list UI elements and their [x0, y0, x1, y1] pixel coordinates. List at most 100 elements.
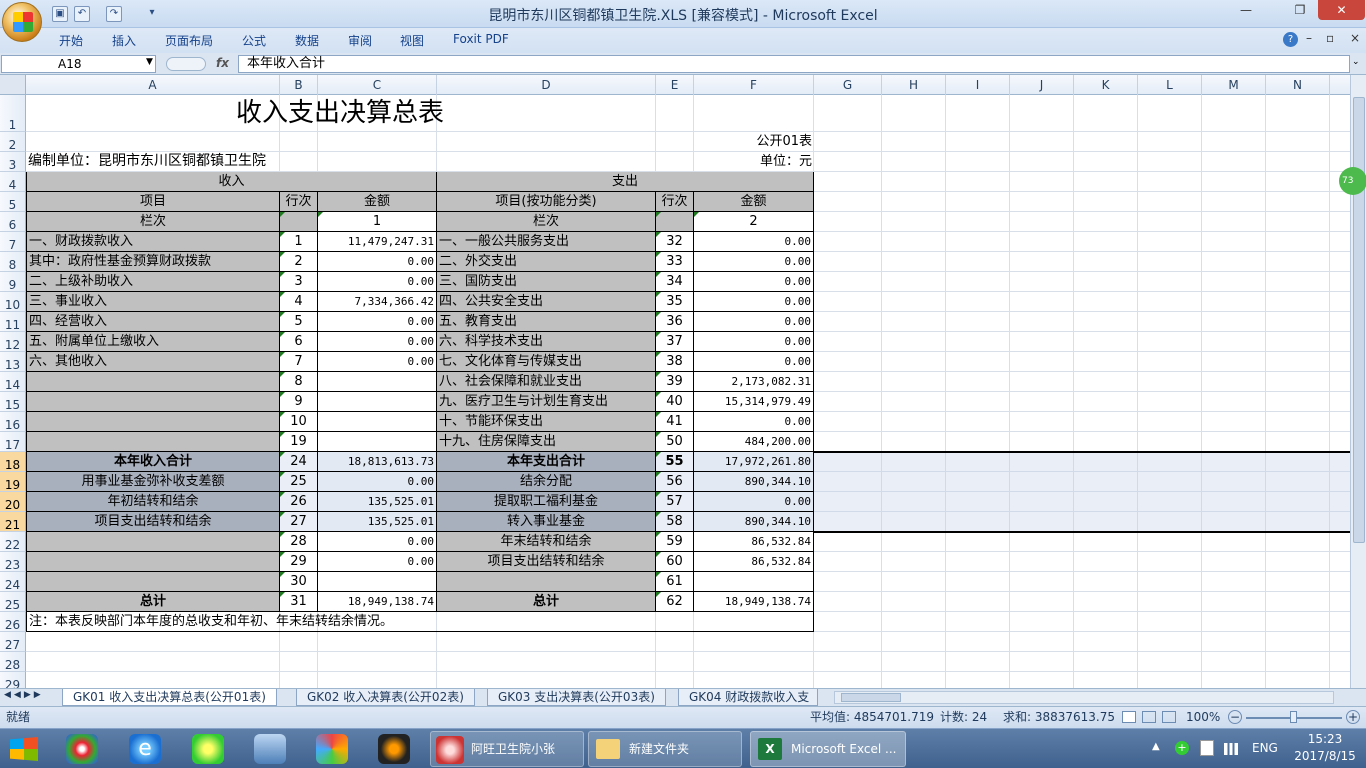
- vertical-scroll-thumb[interactable]: [1353, 97, 1365, 543]
- expense-amount[interactable]: 86,532.84: [694, 532, 814, 552]
- office-button[interactable]: [2, 2, 42, 42]
- expense-amount[interactable]: 890,344.10: [694, 472, 814, 492]
- expense-line-no[interactable]: 36: [656, 312, 694, 332]
- income-item[interactable]: 二、上级补助收入: [26, 272, 280, 292]
- minimize-button[interactable]: —: [1226, 0, 1266, 20]
- expense-amount[interactable]: 0.00: [694, 292, 814, 312]
- expense-lanci-line[interactable]: [656, 212, 694, 232]
- column-header-l[interactable]: L: [1138, 75, 1202, 95]
- income-amount[interactable]: [318, 372, 437, 392]
- expense-line-no[interactable]: 55: [656, 452, 694, 472]
- column-header-b[interactable]: B: [280, 75, 318, 95]
- row-header-14[interactable]: 14: [0, 372, 26, 392]
- form-number[interactable]: 公开01表: [656, 132, 814, 152]
- expense-line-no[interactable]: 59: [656, 532, 694, 552]
- redo-icon[interactable]: ↷: [106, 6, 122, 22]
- expense-amount[interactable]: 17,972,261.80: [694, 452, 814, 472]
- income-lanci-header[interactable]: 栏次: [26, 212, 280, 232]
- floating-widget-icon[interactable]: 73: [1339, 167, 1366, 195]
- income-item[interactable]: 其中：政府性基金预算财政拨款: [26, 252, 280, 272]
- income-amount[interactable]: 18,813,613.73: [318, 452, 437, 472]
- income-item[interactable]: [26, 552, 280, 572]
- row-header-18[interactable]: 18: [0, 452, 26, 472]
- income-amount[interactable]: 18,949,138.74: [318, 592, 437, 612]
- expense-item[interactable]: 总计: [437, 592, 656, 612]
- income-line-no[interactable]: 6: [280, 332, 318, 352]
- expense-line-no[interactable]: 60: [656, 552, 694, 572]
- row-header-20[interactable]: 20: [0, 492, 26, 512]
- row-header-22[interactable]: 22: [0, 532, 26, 552]
- income-item-header[interactable]: 项目: [26, 192, 280, 212]
- income-line-no[interactable]: 25: [280, 472, 318, 492]
- tab-view[interactable]: 视图: [400, 32, 424, 49]
- sheet-nav-arrows-icon[interactable]: ◀◀▶▶: [4, 690, 44, 700]
- column-header-e[interactable]: E: [656, 75, 694, 95]
- expense-item[interactable]: 八、社会保障和就业支出: [437, 372, 656, 392]
- row-header-1[interactable]: 1: [0, 95, 26, 132]
- income-amount[interactable]: 135,525.01: [318, 512, 437, 532]
- maximize-button[interactable]: ❐: [1280, 0, 1320, 20]
- expense-amount[interactable]: 0.00: [694, 332, 814, 352]
- expense-amount[interactable]: 2,173,082.31: [694, 372, 814, 392]
- expense-line-no[interactable]: 40: [656, 392, 694, 412]
- ribbon-restore-icon[interactable]: ▫: [1326, 31, 1334, 45]
- row-header-28[interactable]: 28: [0, 652, 26, 672]
- zoom-level[interactable]: 100%: [1186, 707, 1220, 728]
- expense-amount[interactable]: 0.00: [694, 232, 814, 252]
- income-amount[interactable]: [318, 392, 437, 412]
- expense-amount[interactable]: 890,344.10: [694, 512, 814, 532]
- tray-plus-icon[interactable]: +: [1175, 741, 1189, 755]
- expense-amount[interactable]: 0.00: [694, 252, 814, 272]
- income-line-no[interactable]: 24: [280, 452, 318, 472]
- row-header-21[interactable]: 21: [0, 512, 26, 532]
- expense-item[interactable]: 四、公共安全支出: [437, 292, 656, 312]
- column-header-g[interactable]: G: [814, 75, 882, 95]
- tab-home[interactable]: 开始: [59, 32, 83, 49]
- income-line-header[interactable]: 行次: [280, 192, 318, 212]
- income-item[interactable]: 四、经营收入: [26, 312, 280, 332]
- column-header-h[interactable]: H: [882, 75, 946, 95]
- income-header[interactable]: 收入: [26, 172, 437, 192]
- row-header-10[interactable]: 10: [0, 292, 26, 312]
- income-item[interactable]: [26, 432, 280, 452]
- income-amount[interactable]: [318, 432, 437, 452]
- income-line-no[interactable]: 26: [280, 492, 318, 512]
- income-col-number[interactable]: 1: [318, 212, 437, 232]
- sheet-tab-gk01[interactable]: GK01 收入支出决算总表(公开01表): [62, 689, 277, 706]
- expense-line-no[interactable]: 38: [656, 352, 694, 372]
- expense-item[interactable]: 本年支出合计: [437, 452, 656, 472]
- expense-item[interactable]: 六、科学技术支出: [437, 332, 656, 352]
- expense-item[interactable]: 年末结转和结余: [437, 532, 656, 552]
- income-amount[interactable]: 135,525.01: [318, 492, 437, 512]
- income-amount[interactable]: 7,334,366.42: [318, 292, 437, 312]
- row-header-8[interactable]: 8: [0, 252, 26, 272]
- column-header-k[interactable]: K: [1074, 75, 1138, 95]
- undo-icon[interactable]: ↶: [74, 6, 90, 22]
- expense-line-no[interactable]: 41: [656, 412, 694, 432]
- formula-bar-resize-handle[interactable]: [166, 57, 206, 71]
- expense-item[interactable]: 五、教育支出: [437, 312, 656, 332]
- expense-item[interactable]: 十、节能环保支出: [437, 412, 656, 432]
- expense-amount[interactable]: 18,949,138.74: [694, 592, 814, 612]
- horizontal-scroll-thumb[interactable]: [841, 693, 901, 702]
- expense-item[interactable]: 三、国防支出: [437, 272, 656, 292]
- expense-line-no[interactable]: 50: [656, 432, 694, 452]
- expense-amount[interactable]: 0.00: [694, 312, 814, 332]
- table-note[interactable]: 注：本表反映部门本年度的总收支和年初、年末结转结余情况。: [26, 612, 814, 632]
- row-header-24[interactable]: 24: [0, 572, 26, 592]
- income-item[interactable]: [26, 572, 280, 592]
- row-header-7[interactable]: 7: [0, 232, 26, 252]
- tab-page-layout[interactable]: 页面布局: [165, 32, 213, 49]
- name-box[interactable]: A18: [1, 55, 156, 73]
- income-item[interactable]: 六、其他收入: [26, 352, 280, 372]
- row-header-15[interactable]: 15: [0, 392, 26, 412]
- income-line-no[interactable]: 9: [280, 392, 318, 412]
- column-header-f[interactable]: F: [694, 75, 814, 95]
- expense-amount[interactable]: 86,532.84: [694, 552, 814, 572]
- row-header-11[interactable]: 11: [0, 312, 26, 332]
- expense-item[interactable]: 九、医疗卫生与计划生育支出: [437, 392, 656, 412]
- zoom-in-icon[interactable]: +: [1346, 710, 1360, 724]
- row-header-23[interactable]: 23: [0, 552, 26, 572]
- income-item[interactable]: 五、附属单位上缴收入: [26, 332, 280, 352]
- tab-review[interactable]: 审阅: [348, 32, 372, 49]
